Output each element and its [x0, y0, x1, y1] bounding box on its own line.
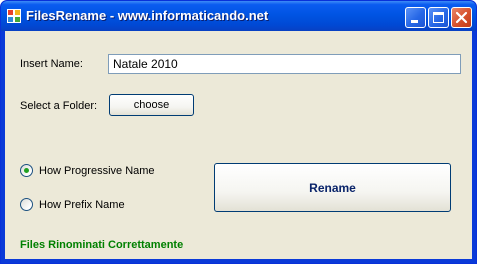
prefix-name-radio[interactable] — [20, 198, 33, 211]
prefix-name-label[interactable]: How Prefix Name — [39, 199, 125, 211]
title-bar[interactable]: FilesRename - www.informaticando.net — [1, 1, 476, 31]
choose-button-label: choose — [133, 99, 170, 111]
progressive-name-label[interactable]: How Progressive Name — [39, 165, 155, 177]
maximize-button[interactable] — [428, 7, 449, 28]
window-title: FilesRename - www.informaticando.net — [26, 8, 269, 23]
rename-button-label: Rename — [309, 180, 356, 195]
status-message: Files Rinominati Correttamente — [20, 239, 184, 251]
close-button[interactable] — [451, 7, 472, 28]
select-folder-label: Select a Folder: — [20, 100, 98, 112]
progressive-name-radio[interactable] — [20, 164, 33, 177]
app-icon — [7, 9, 21, 23]
choose-button[interactable]: choose — [109, 94, 194, 116]
app-window: FilesRename - www.informaticando.net Ins… — [0, 0, 477, 264]
name-input[interactable]: Natale 2010 — [108, 54, 461, 74]
radio-selected-dot — [24, 168, 29, 173]
form-client-area: Insert Name: Natale 2010 Select a Folder… — [5, 31, 472, 259]
minimize-icon — [411, 20, 418, 23]
insert-name-label: Insert Name: — [20, 58, 83, 70]
minimize-button[interactable] — [405, 7, 426, 28]
close-icon — [455, 11, 468, 24]
rename-button[interactable]: Rename — [214, 163, 451, 212]
maximize-icon — [433, 12, 444, 23]
